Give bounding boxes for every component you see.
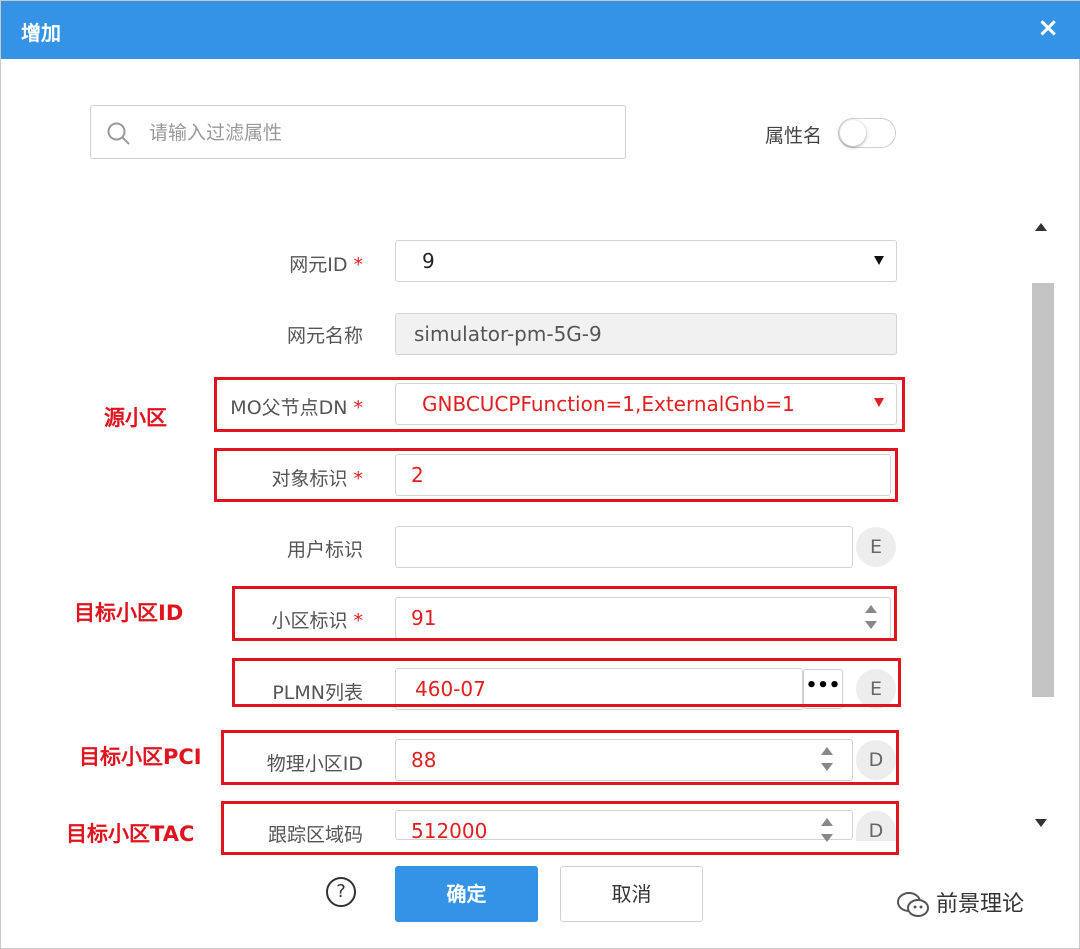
annotation-target-cell-id: 目标小区ID <box>74 601 184 625</box>
toggle-knob <box>840 120 866 146</box>
dialog-title: 增加 <box>21 21 61 45</box>
watermark: 前景理论 <box>896 886 1024 919</box>
close-icon[interactable]: × <box>1037 15 1059 41</box>
user-id-label-text: 用户标识 <box>286 539 363 561</box>
user-id-input[interactable] <box>395 526 853 568</box>
scroll-down-arrow-icon[interactable] <box>1035 819 1047 827</box>
user-id-label: 用户标识 <box>287 535 363 562</box>
search-icon <box>107 122 130 145</box>
scroll-up-arrow-icon[interactable] <box>1035 223 1047 231</box>
annotation-source-cell: 源小区 <box>104 406 167 430</box>
ne-name-label: 网元名称 <box>287 321 363 348</box>
ne-name-label-text: 网元名称 <box>286 325 363 347</box>
pci-highlight <box>221 730 899 785</box>
tac-highlight <box>221 801 899 855</box>
attribute-name-toggle-label: 属性名 <box>765 125 823 147</box>
user-id-e-button[interactable]: E <box>856 527 896 567</box>
filter-input[interactable] <box>147 116 611 150</box>
ne-id-label: 网元ID * <box>289 250 363 277</box>
annotation-target-tac: 目标小区TAC <box>66 822 195 846</box>
ne-name-field: simulator-pm-5G-9 <box>395 313 897 355</box>
help-icon[interactable]: ? <box>326 877 356 907</box>
add-dialog: 增加 × 属性名 网元ID* 9 网元名称 simulator-pm-5G-9 … <box>0 0 1080 949</box>
cell-id-highlight <box>232 586 897 641</box>
ne-id-value: 9 <box>422 249 435 273</box>
filter-search-box[interactable] <box>90 105 626 159</box>
dialog-titlebar: 增加 × <box>1 1 1080 59</box>
scrollbar-thumb[interactable] <box>1032 283 1054 697</box>
attribute-name-toggle[interactable] <box>838 118 896 148</box>
source-cell-highlight <box>214 377 905 432</box>
plmn-highlight <box>232 658 901 707</box>
confirm-button[interactable]: 确定 <box>395 866 538 922</box>
ne-id-select[interactable]: 9 <box>395 240 897 282</box>
dropdown-caret-icon[interactable] <box>874 256 884 265</box>
required-mark: * <box>353 254 364 276</box>
object-id-highlight <box>214 448 898 502</box>
wechat-icon <box>897 892 929 917</box>
annotation-target-pci: 目标小区PCI <box>79 745 202 769</box>
ne-name-value: simulator-pm-5G-9 <box>414 322 602 346</box>
ne-id-label-text: 网元ID <box>289 254 348 276</box>
cancel-button[interactable]: 取消 <box>560 866 703 922</box>
watermark-text: 前景理论 <box>936 892 1025 917</box>
